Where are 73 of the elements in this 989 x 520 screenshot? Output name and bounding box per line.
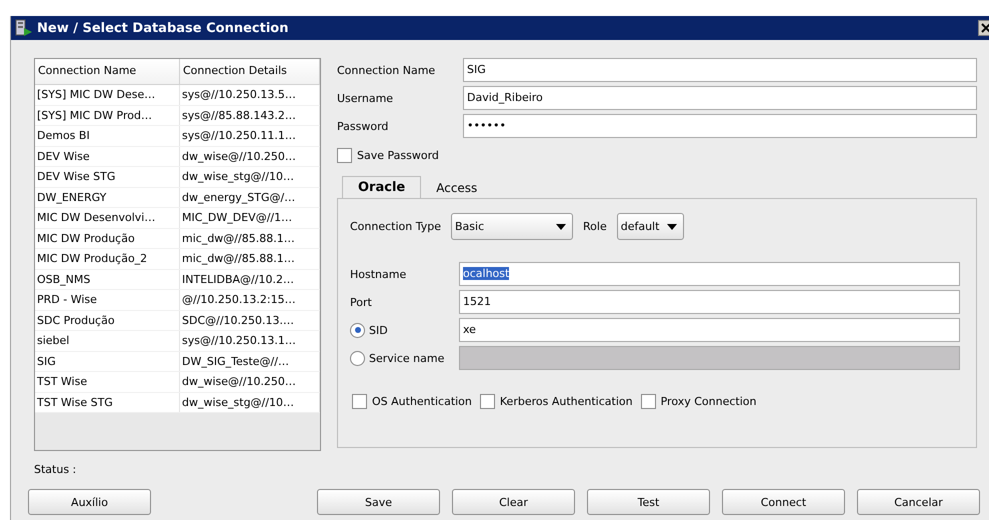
table-cell: dw_wise@//10.250… <box>180 146 320 166</box>
window-title: New / Select Database Connection <box>37 20 288 36</box>
table-cell: sys@//10.250.11.1… <box>180 126 320 146</box>
checkbox[interactable] <box>337 148 352 162</box>
table-cell: INTELIDBA@//10.2… <box>180 270 320 289</box>
dialog-button[interactable]: Cancelar <box>857 489 980 515</box>
checkbox-label: Kerberos Authentication <box>500 395 633 408</box>
table-cell[interactable]: [SYS] MIC DW Dese… <box>35 85 180 104</box>
table-cell[interactable]: MIC DW Produção_2 <box>35 249 180 268</box>
input-field[interactable]: 1521 <box>459 290 960 314</box>
tab[interactable]: Access <box>421 178 492 198</box>
table-cell[interactable]: OSB_NMS <box>35 270 180 289</box>
table-cell[interactable]: siebel <box>35 331 180 350</box>
dialog-button[interactable]: Test <box>587 489 710 515</box>
dialog-button[interactable]: Connect <box>722 489 845 515</box>
checkbox[interactable] <box>352 394 367 409</box>
dialog-button[interactable]: Clear <box>452 489 575 515</box>
table-cell: @//10.250.13.2:15… <box>180 290 320 310</box>
table-cell[interactable]: SDC Produção <box>35 310 180 330</box>
table-cell[interactable]: PRD - Wise <box>35 290 180 310</box>
field-label: SID <box>369 324 388 336</box>
checkbox[interactable] <box>480 394 495 409</box>
table-cell: dw_wise_stg@//10… <box>180 392 320 412</box>
table-cell: mic_dw@//85.88.1… <box>180 249 320 268</box>
table-cell: sys@//85.88.143.2… <box>180 106 320 125</box>
table-cell[interactable]: DEV Wise STG <box>35 167 180 186</box>
table-cell[interactable]: DEV Wise <box>35 146 180 166</box>
input-field[interactable]: •••••• <box>463 114 977 138</box>
input-field[interactable]: ocalhost <box>459 262 960 286</box>
table-cell: dw_wise_stg@//10… <box>180 167 320 186</box>
table-cell[interactable]: TST Wise STG <box>35 392 180 412</box>
dialog-button[interactable]: Save <box>317 489 440 515</box>
field-label: Port <box>350 296 372 308</box>
radio-button[interactable] <box>350 322 365 338</box>
column-header[interactable]: Connection Name <box>35 59 180 84</box>
caret-icon <box>667 224 678 230</box>
field-label: Connection Type <box>350 220 442 233</box>
table-cell: sys@//10.250.13.1… <box>180 331 320 350</box>
table-cell[interactable]: SIG <box>35 352 180 371</box>
checkbox-label: OS Authentication <box>372 395 472 408</box>
dropdown[interactable]: default <box>616 213 684 240</box>
field-label: Password <box>337 120 390 132</box>
field-label: Hostname <box>350 268 406 280</box>
table-cell[interactable]: TST Wise <box>35 372 180 392</box>
checkbox[interactable] <box>640 394 656 409</box>
table-cell[interactable]: Demos BI <box>35 126 180 146</box>
table-cell[interactable]: MIC DW Produção <box>35 228 180 248</box>
checkbox-label: Save Password <box>357 148 439 162</box>
dropdown[interactable]: Basic <box>451 213 574 240</box>
input-field[interactable]: xe <box>459 318 960 342</box>
status-label: Status : <box>34 463 76 476</box>
caret-icon <box>556 224 566 230</box>
field-label: Role <box>583 220 607 233</box>
table-cell[interactable]: DW_ENERGY <box>35 188 180 207</box>
database-icon <box>15 19 33 37</box>
field-label: Username <box>337 92 394 104</box>
table-cell: DW_SIG_Teste@//… <box>180 352 320 371</box>
table-cell: sys@//10.250.13.5… <box>180 85 320 104</box>
column-header[interactable]: Connection Details <box>180 59 320 84</box>
table-cell[interactable]: MIC DW Desenvolvi… <box>35 208 180 228</box>
table-cell: MIC_DW_DEV@//1… <box>180 208 320 228</box>
input-field[interactable]: David_Ribeiro <box>463 86 977 110</box>
tab[interactable]: Oracle <box>342 176 422 198</box>
table-cell: dw_energy_STG@/… <box>180 188 320 207</box>
field-label: Service name <box>369 352 444 364</box>
dialog-button[interactable]: Auxílio <box>28 489 151 515</box>
field-label: Connection Name <box>337 64 436 76</box>
table-cell: SDC@//10.250.13.… <box>180 310 320 330</box>
table-cell[interactable]: [SYS] MIC DW Prod… <box>35 106 180 125</box>
table-cell: mic_dw@//85.88.1… <box>180 228 320 248</box>
table-cell: dw_wise@//10.250… <box>180 372 320 392</box>
input-field[interactable]: SIG <box>463 58 977 82</box>
checkbox-label: Proxy Connection <box>660 395 756 408</box>
